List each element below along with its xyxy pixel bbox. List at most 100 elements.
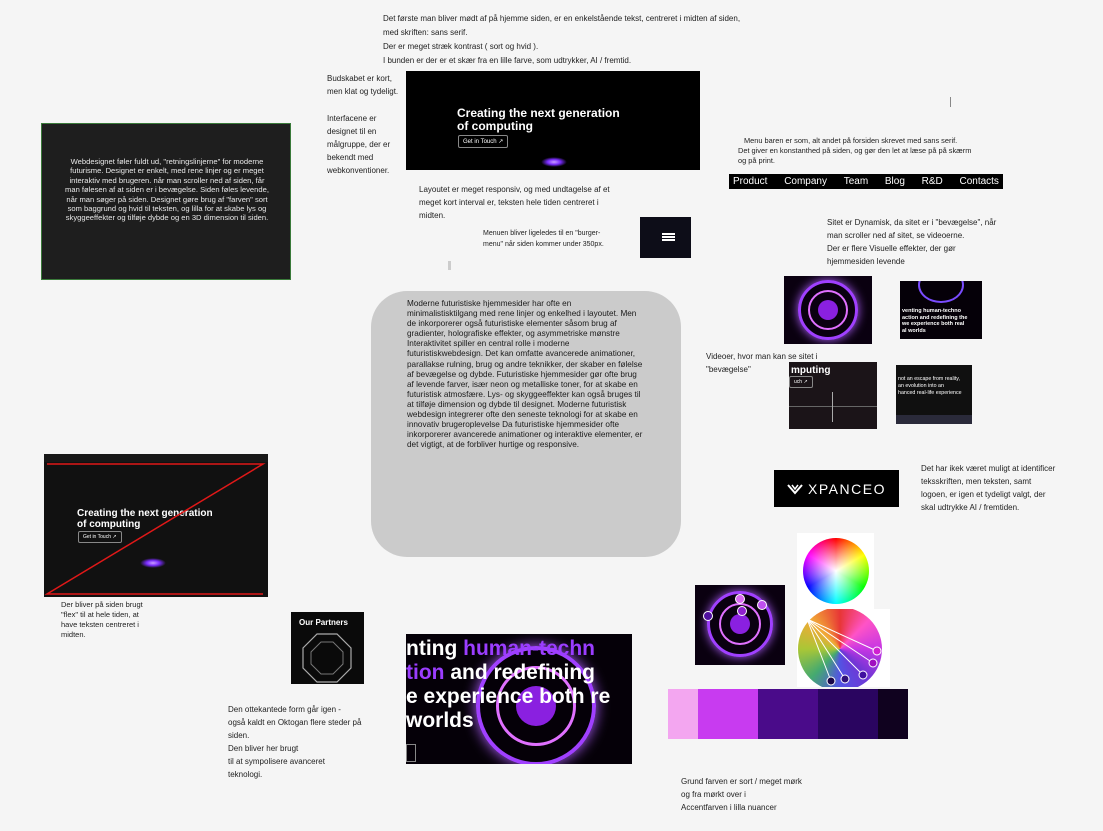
dynamic-note: Sitet er Dynamisk, da sitet er i "bevæge… <box>827 216 1037 268</box>
menu-item-product[interactable]: Product <box>733 176 767 187</box>
thumb-text: we experience both real <box>902 321 965 327</box>
note-line: midten. <box>61 630 86 639</box>
marker <box>448 261 451 270</box>
divider <box>950 97 951 107</box>
note-line: midten. <box>419 211 446 220</box>
note-line: Grund farven er sort / meget mørk <box>681 777 802 786</box>
color-wheel <box>797 533 874 609</box>
note-line: Menuen bliver ligeledes til en "burger- <box>483 230 601 237</box>
note-line: menu" når siden kommer under 350px. <box>483 241 604 248</box>
intro-line: Det første man bliver mødt af på hjemme … <box>383 14 741 23</box>
hero-title-line: of computing <box>457 119 533 133</box>
intro-note: Det første man bliver mødt af på hjemme … <box>383 12 783 68</box>
big-text-accent: tion <box>406 661 445 684</box>
flex-hero-screenshot: Creating the next generation of computin… <box>44 454 268 597</box>
menu-item-team[interactable]: Team <box>844 176 868 187</box>
thumb-text: hanced real-life experience <box>898 390 962 396</box>
big-text-screenshot: nting human-techn tion and redefining e … <box>406 634 632 764</box>
big-text-line: e experience both re <box>406 685 611 708</box>
note-line: skal udtrykke AI / fremtiden. <box>921 503 1020 512</box>
note-line: Sitet er Dynamisk, da sitet er i "bevæge… <box>827 218 997 227</box>
xpanceo-logo: XPANCEO <box>774 470 899 507</box>
note-line: Layoutet er meget responsiv, og med undt… <box>419 185 610 194</box>
red-z-annotation <box>44 463 266 595</box>
note-line: til at sympolisere avanceret <box>228 757 325 766</box>
note-line: teknologi. <box>228 770 263 779</box>
text-thumbnail-1: venting human-techno action and redefini… <box>900 281 982 339</box>
note-line: man scroller ned af sitet, se videoerne. <box>827 231 965 240</box>
note-line: og fra mørkt over i <box>681 790 746 799</box>
info-bubble: Moderne futuristiske hjemmesider har oft… <box>371 291 681 557</box>
get-in-touch-button[interactable]: Get in Touch ↗ <box>458 135 509 148</box>
font-note: Det har ikek været muligt at identificer… <box>921 462 1091 514</box>
thumb-text: al worlds <box>902 327 926 334</box>
orb-color-pick <box>695 585 785 665</box>
thumb-text: an evolution into an <box>898 383 944 389</box>
menu-note: Menu baren er som, alt andet på forsiden… <box>738 136 1018 166</box>
hero-screenshot: Creating the next generation of computin… <box>406 71 700 170</box>
menu-bar: Product Company Team Blog R&D Contacts <box>729 174 1003 189</box>
octagon-icon <box>302 633 352 683</box>
swatch-light-pink <box>668 689 698 739</box>
color-note: Grund farven er sort / meget mørk og fra… <box>681 775 831 814</box>
note-line: "flex" til at hele tiden, at <box>61 610 139 619</box>
swatch-near-black <box>878 689 908 739</box>
big-text-line: worlds <box>406 709 474 732</box>
swatch-deep-purple <box>818 689 878 739</box>
swatch-violet <box>758 689 818 739</box>
big-text-line: nting <box>406 637 464 660</box>
palette-markers <box>806 618 882 686</box>
thumb-button: uch ↗ <box>789 376 813 388</box>
summary-text: Webdesignet føler fuldt ud, "retningslin… <box>65 157 269 223</box>
note-line: bekendt med <box>327 153 374 162</box>
note-line: teksskriften, men teksten, samt <box>921 477 1032 486</box>
note-line: Interfacene er <box>327 114 377 123</box>
note-line: men klat og tydeligt. <box>327 87 399 96</box>
note-line: hjemmesiden levende <box>827 257 905 266</box>
menu-item-blog[interactable]: Blog <box>885 176 905 187</box>
note-line: målgruppe, der er <box>327 140 391 149</box>
note-line: Menu baren er som, alt andet på forsiden… <box>744 136 958 145</box>
bubble-text: Moderne futuristiske hjemmesider har oft… <box>407 299 643 450</box>
burger-menu-icon[interactable] <box>640 217 691 258</box>
flex-note: Der bliver på siden brugt "flex" til at … <box>61 600 171 640</box>
note-line: Det har ikek været muligt at identificer <box>921 464 1056 473</box>
thumb-text: not an escape from reality, <box>898 376 961 382</box>
swatch-magenta <box>698 689 758 739</box>
purple-glow <box>541 157 567 167</box>
note-line: også kaldt en Oktogan flere steder på <box>228 718 362 727</box>
note-line: Der bliver på siden brugt <box>61 600 143 609</box>
partners-thumbnail: Our Partners <box>291 612 364 684</box>
intro-line: med skriften: sans serif. <box>383 28 468 37</box>
layout-note: Layoutet er meget responsiv, og med undt… <box>419 183 639 222</box>
octagon-note: Den ottekantede form går igen - også kal… <box>228 703 388 781</box>
summary-box: Webdesignet føler fuldt ud, "retningslin… <box>41 123 291 280</box>
text-thumbnail-2: not an escape from reality, an evolution… <box>896 365 972 424</box>
note-line: Den bliver her brugt <box>228 744 299 753</box>
note-line: logoen, er igen et tydeligt valgt, der <box>921 490 1046 499</box>
note-line: Det giver en konstanthed på siden, og gø… <box>738 146 972 155</box>
menu-item-rd[interactable]: R&D <box>922 176 943 187</box>
orb-thumbnail <box>784 276 872 344</box>
interface-note: Interfacene er designet til en målgruppe… <box>327 112 402 177</box>
note-line: meget kort interval er, teksten hele tid… <box>419 198 599 207</box>
menu-item-contacts[interactable]: Contacts <box>959 176 998 187</box>
note-line: have teksten centreret i <box>61 620 139 629</box>
logo-text: XPANCEO <box>808 480 886 497</box>
thumb-text: venting human-techno <box>902 308 961 314</box>
thumb-title: mputing <box>791 365 831 376</box>
note-line: Budskabet er kort, <box>327 74 392 83</box>
note-line: og på print. <box>738 156 775 165</box>
message-note: Budskabet er kort, men klat og tydeligt. <box>327 72 412 98</box>
logo-mark-icon <box>787 483 803 495</box>
big-text-accent: human-techn <box>463 637 595 660</box>
burger-note: Menuen bliver ligeledes til en "burger- … <box>483 228 638 250</box>
note-line: Der er flere Visuelle effekter, der gør <box>827 244 956 253</box>
note-line: designet til en <box>327 127 377 136</box>
intro-line: Der er meget stræk kontrast ( sort og hv… <box>383 42 539 51</box>
note-line: siden. <box>228 731 250 740</box>
palette-wheel <box>797 609 890 687</box>
menu-item-company[interactable]: Company <box>784 176 827 187</box>
intro-line: I bunden er der er et skær fra en lille … <box>383 56 632 65</box>
computing-thumbnail: mputing uch ↗ <box>789 362 877 429</box>
